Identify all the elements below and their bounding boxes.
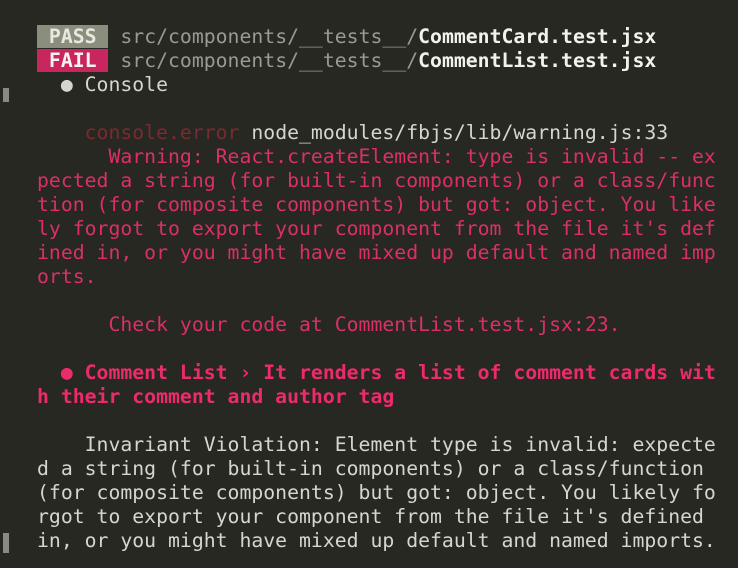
error-message: Invariant Violation: Element type is inv… <box>37 433 716 456</box>
test-file-name: CommentCard.test.jsx <box>418 25 657 48</box>
test-path: src/components/__tests__/ <box>108 25 419 48</box>
error-source: node_modules/fbjs/lib/warning.js:33 <box>251 121 669 144</box>
terminal-line: Invariant Violation: Element type is inv… <box>37 433 716 457</box>
scroll-marker-top[interactable] <box>3 88 9 102</box>
test-file-name: CommentList.test.jsx <box>418 49 657 72</box>
failed-test-title: h their comment and author tag <box>37 385 395 408</box>
terminal-line: (for composite components) but got: obje… <box>37 481 716 505</box>
console-header: ● Console <box>37 73 169 96</box>
warning-text: tion (for composite components) but got:… <box>37 193 716 216</box>
terminal-line: PASS src/components/__tests__/CommentCar… <box>37 25 716 49</box>
error-message: rgot to export your component from the f… <box>37 505 716 528</box>
terminal-line: Check your code at CommentList.test.jsx:… <box>37 313 716 337</box>
terminal-line: ined in, or you might have mixed up defa… <box>37 241 716 265</box>
warning-text: pected a string (for built-in components… <box>37 169 716 192</box>
check-code-text: Check your code at CommentList.test.jsx:… <box>37 313 621 336</box>
terminal-line: FAIL src/components/__tests__/CommentLis… <box>37 49 716 73</box>
warning-text: ined in, or you might have mixed up defa… <box>37 241 716 264</box>
terminal-line: in, or you might have mixed up default a… <box>37 529 716 553</box>
terminal-line: ● Comment List › It renders a list of co… <box>37 361 716 385</box>
warning-text: ly forgot to export your component from … <box>37 217 716 240</box>
error-message: d a string (for built-in components) or … <box>37 457 716 480</box>
terminal-line: Warning: React.createElement: type is in… <box>37 145 716 169</box>
terminal-line: d a string (for built-in components) or … <box>37 457 716 481</box>
pass-badge: PASS <box>37 25 109 48</box>
fail-badge: FAIL <box>37 49 109 72</box>
failed-test-title: ● Comment List › It renders a list of co… <box>37 361 716 384</box>
error-message: in, or you might have mixed up default a… <box>37 529 716 552</box>
terminal-output: PASS src/components/__tests__/CommentCar… <box>37 25 716 553</box>
terminal-line: h their comment and author tag <box>37 385 716 409</box>
scroll-marker-bottom[interactable] <box>3 533 9 553</box>
error-message: (for composite components) but got: obje… <box>37 481 716 504</box>
terminal-line: orts. <box>37 265 716 289</box>
warning-text: orts. <box>37 265 97 288</box>
terminal-line: console.error node_modules/fbjs/lib/warn… <box>37 121 716 145</box>
terminal-line: rgot to export your component from the f… <box>37 505 716 529</box>
terminal-line: pected a string (for built-in components… <box>37 169 716 193</box>
terminal-line: tion (for composite components) but got:… <box>37 193 716 217</box>
console-error-label: console.error <box>37 121 252 144</box>
test-path: src/components/__tests__/ <box>108 49 419 72</box>
terminal-line: ● Console <box>37 73 716 97</box>
warning-text: Warning: React.createElement: type is in… <box>37 145 716 168</box>
terminal-line: ly forgot to export your component from … <box>37 217 716 241</box>
